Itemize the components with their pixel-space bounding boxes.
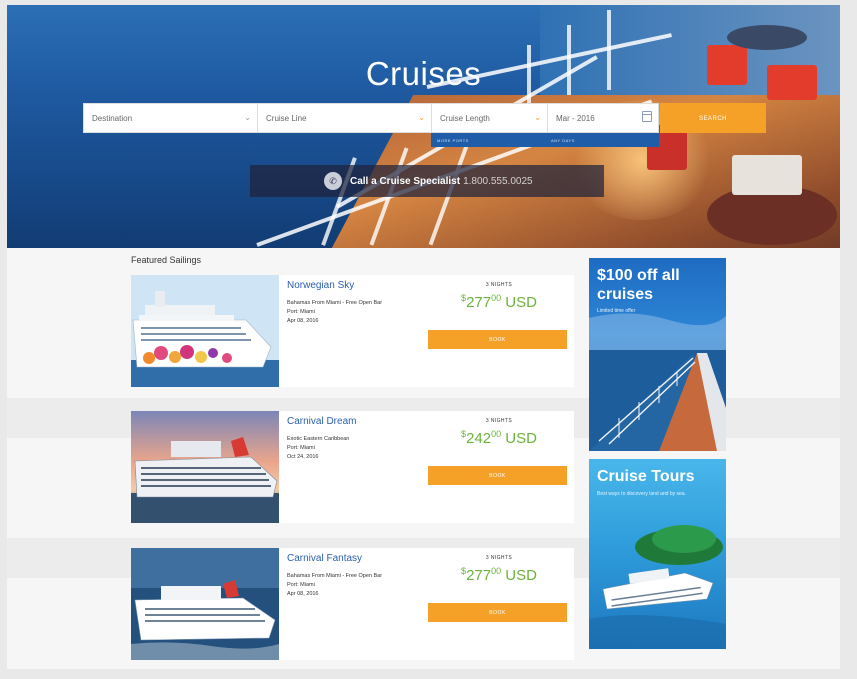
phone-icon: ✆ <box>324 172 342 190</box>
hero-banner: Cruises Destination ⌄ Cruise Line ⌄ Crui… <box>7 5 840 248</box>
sailing-price: $27700 USD <box>461 293 537 311</box>
date-label: Mar - 2016 <box>556 114 595 123</box>
book-button[interactable]: BOOK <box>428 330 567 349</box>
cruise-line-label: Cruise Line <box>266 114 307 123</box>
price-dollars: 242 <box>466 430 492 447</box>
sailing-name[interactable]: Carnival Dream <box>287 416 356 427</box>
sailing-thumbnail[interactable] <box>131 411 279 523</box>
promo-subtext: Best ways to discovery land and by sea. <box>597 491 686 497</box>
price-currency: USD <box>505 567 537 584</box>
sailing-date: Apr 08, 2016 <box>287 318 319 324</box>
promo-headline: $100 off all cruises <box>597 267 680 303</box>
promo-banner-tours[interactable]: Cruise Tours Best ways to discovery land… <box>589 459 726 649</box>
book-button[interactable]: BOOK <box>428 466 567 485</box>
page-title: Cruises <box>365 55 482 92</box>
sailing-thumbnail[interactable] <box>131 275 279 387</box>
call-specialist-text: Call a Cruise Specialist <box>350 175 461 187</box>
featured-sailings-title: Featured Sailings <box>131 255 202 265</box>
sailing-nights: 3 NIGHTS <box>485 282 513 288</box>
search-bar: Destination ⌄ Cruise Line ⌄ Cruise Lengt… <box>83 103 659 133</box>
sailing-name[interactable]: Norwegian Sky <box>287 280 354 291</box>
sailing-description: Bahamas From Miami - Free Open Bar <box>287 573 383 579</box>
cruise-length-select[interactable]: Cruise Length ⌄ <box>432 104 548 132</box>
call-phone-number: 1.800.555.0025 <box>463 175 533 187</box>
destination-select[interactable]: Destination ⌄ <box>84 104 258 132</box>
promo-subtext: Limited time offer <box>597 308 636 314</box>
date-select[interactable]: Mar - 2016 <box>548 104 658 132</box>
sailing-card: Norwegian Sky Bahamas From Miami - Free … <box>131 275 574 387</box>
search-sublinks: MORE PORTS ANY DAYS <box>431 133 659 147</box>
price-dollars: 277 <box>466 294 492 311</box>
hero-deck-chair <box>732 155 802 195</box>
sailing-description: Exotic Eastern Caribbean <box>287 436 350 442</box>
any-days-link[interactable]: ANY DAYS <box>545 133 659 147</box>
destination-label: Destination <box>92 114 133 123</box>
chevron-down-icon: ⌄ <box>534 113 541 122</box>
sailing-date: Apr 08, 2016 <box>287 591 319 597</box>
sailing-name[interactable]: Carnival Fantasy <box>287 553 362 564</box>
sailing-port: Port: Miami <box>287 309 315 315</box>
promo-banner-discount[interactable]: $100 off all cruises Limited time offer <box>589 258 726 451</box>
call-specialist-bar[interactable]: ✆ Call a Cruise Specialist 1.800.555.002… <box>250 165 604 197</box>
promo-headline: Cruise Tours <box>597 468 695 485</box>
sailing-description: Bahamas From Miami - Free Open Bar <box>287 300 383 306</box>
sailing-card: Carnival Fantasy Bahamas From Miami - Fr… <box>131 548 574 660</box>
cruise-line-select[interactable]: Cruise Line ⌄ <box>258 104 432 132</box>
chevron-down-icon: ⌄ <box>244 113 251 122</box>
content-area: Featured Sailings Norwegian Sky Bahamas … <box>7 248 840 669</box>
sailing-date: Oct 24, 2016 <box>287 454 319 460</box>
chevron-down-icon: ⌄ <box>418 113 425 122</box>
sailing-price: $24200 USD <box>461 429 537 447</box>
sailing-nights: 3 NIGHTS <box>485 418 513 424</box>
cruise-length-label: Cruise Length <box>440 114 490 123</box>
search-button[interactable]: SEARCH <box>660 103 766 133</box>
sailing-port: Port: Miami <box>287 445 315 451</box>
price-cents: 00 <box>491 293 502 303</box>
price-currency: USD <box>505 430 537 447</box>
book-button[interactable]: BOOK <box>428 603 567 622</box>
sailing-thumbnail[interactable] <box>131 548 279 660</box>
sailing-price: $27700 USD <box>461 566 537 584</box>
price-cents: 00 <box>491 429 502 439</box>
hero-deck-table <box>727 25 807 50</box>
price-currency: USD <box>505 294 537 311</box>
price-cents: 00 <box>491 566 502 576</box>
page-frame: Cruises Destination ⌄ Cruise Line ⌄ Crui… <box>7 5 840 669</box>
more-ports-link[interactable]: MORE PORTS <box>431 133 545 147</box>
sailing-port: Port: Miami <box>287 582 315 588</box>
price-dollars: 277 <box>466 567 492 584</box>
sailing-card: Carnival Dream Exotic Eastern Caribbean … <box>131 411 574 523</box>
sailing-nights: 3 NIGHTS <box>485 555 513 561</box>
calendar-icon <box>642 111 652 122</box>
